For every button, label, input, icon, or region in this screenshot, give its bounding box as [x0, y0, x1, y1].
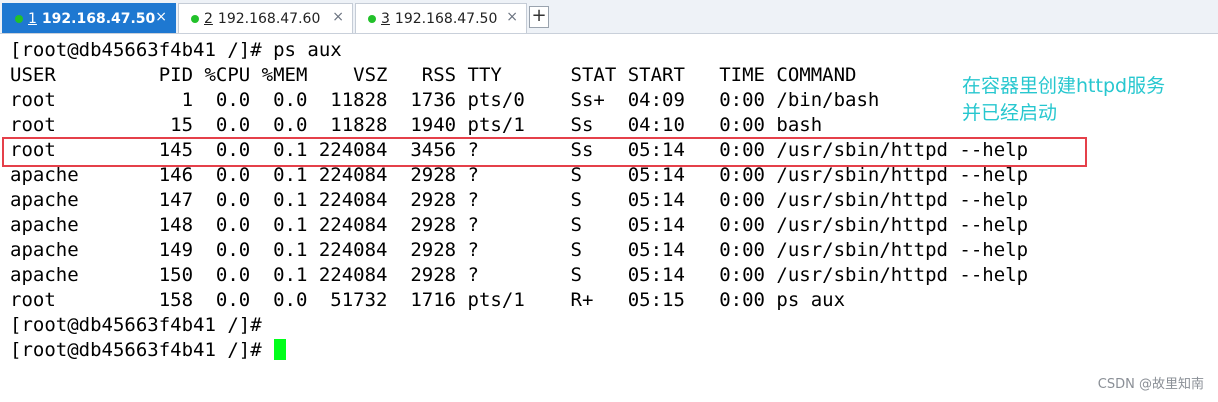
connected-status-icon — [191, 14, 199, 23]
process-row: root 1 0.0 0.0 11828 1736 pts/0 Ss+ 04:0… — [10, 89, 880, 111]
ps-header-row: USER PID %CPU %MEM VSZ RSS TTY STAT STAR… — [10, 64, 857, 86]
terminal-output[interactable]: [root@db45663f4b41 /]# ps aux USER PID %… — [0, 35, 1218, 402]
process-row: apache 150 0.0 0.1 224084 2928 ? S 05:14… — [10, 264, 1029, 286]
close-icon[interactable]: × — [506, 9, 518, 25]
tab-number: 3 — [381, 10, 390, 27]
connected-status-icon — [368, 14, 376, 23]
tab-session-1[interactable]: 1 192.168.47.50 × — [2, 3, 176, 33]
watermark: CSDN @故里知南 — [1097, 377, 1204, 392]
annotation-line-1: 在容器里创建httpd服务 — [962, 75, 1166, 97]
add-tab-button[interactable]: + — [529, 6, 549, 28]
tab-number: 2 — [204, 10, 213, 27]
terminal-lines: [root@db45663f4b41 /]# ps aux USER PID %… — [10, 38, 1028, 363]
tab-label: 192.168.47.50 — [41, 10, 156, 27]
process-row: root 15 0.0 0.0 11828 1940 pts/1 Ss 04:1… — [10, 114, 823, 136]
process-row: apache 147 0.0 0.1 224084 2928 ? S 05:14… — [10, 189, 1029, 211]
close-icon[interactable]: × — [332, 9, 344, 25]
httpd-highlight-box — [2, 137, 1087, 167]
process-row: apache 148 0.0 0.1 224084 2928 ? S 05:14… — [10, 214, 1029, 236]
tab-label: 192.168.47.60 — [217, 10, 321, 27]
annotation-note: 在容器里创建httpd服务 并已经启动 — [962, 73, 1165, 127]
prompt-text: [root@db45663f4b41 /]# — [10, 339, 274, 361]
process-row: apache 149 0.0 0.1 224084 2928 ? S 05:14… — [10, 239, 1029, 261]
annotation-line-2: 并已经启动 — [962, 102, 1058, 124]
command-line: [root@db45663f4b41 /]# ps aux — [10, 39, 342, 61]
tab-session-3[interactable]: 3 192.168.47.50 × — [355, 3, 527, 33]
prompt-line: [root@db45663f4b41 /]# — [10, 314, 262, 336]
tab-number: 1 — [28, 10, 37, 27]
tab-session-2[interactable]: 2 192.168.47.60 × — [178, 3, 353, 33]
connected-status-icon — [15, 14, 23, 23]
text-cursor — [274, 339, 287, 360]
close-icon[interactable]: × — [155, 9, 167, 25]
session-tab-bar: 1 192.168.47.50 × 2 192.168.47.60 × 3 19… — [0, 0, 1218, 34]
active-prompt-line[interactable]: [root@db45663f4b41 /]# — [10, 338, 1028, 363]
tab-label: 192.168.47.50 — [394, 10, 498, 27]
process-row: root 158 0.0 0.0 51732 1716 pts/1 R+ 05:… — [10, 289, 846, 311]
